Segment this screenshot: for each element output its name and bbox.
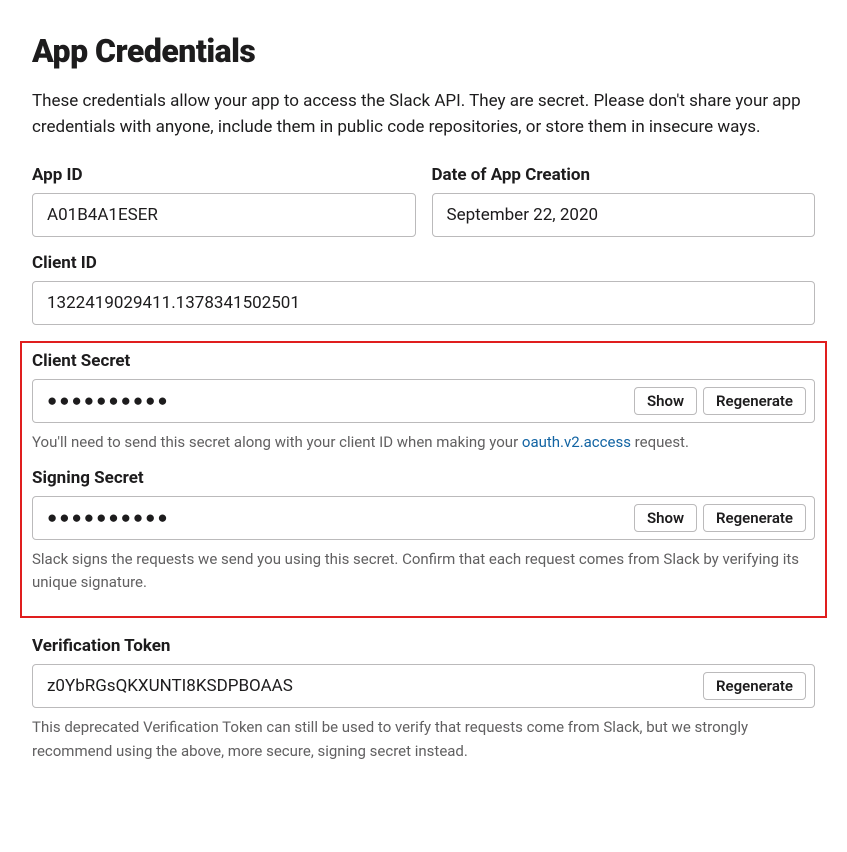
page-description: These credentials allow your app to acce…	[32, 88, 815, 141]
signing-secret-label: Signing Secret	[32, 468, 815, 488]
app-id-input[interactable]: A01B4A1ESER	[32, 193, 416, 237]
verification-token-help: This deprecated Verification Token can s…	[32, 716, 815, 763]
signing-secret-field: Signing Secret ●●●●●●●●●● Show Regenerat…	[32, 468, 815, 595]
verification-token-regenerate-button[interactable]: Regenerate	[703, 672, 806, 700]
client-secret-input[interactable]: ●●●●●●●●●● Show Regenerate	[32, 379, 815, 423]
client-secret-help: You'll need to send this secret along wi…	[32, 431, 815, 454]
page-title: App Credentials	[32, 32, 815, 70]
secrets-highlight-box: Client Secret ●●●●●●●●●● Show Regenerate…	[20, 341, 827, 619]
date-created-value: September 22, 2020	[447, 205, 801, 225]
signing-secret-input[interactable]: ●●●●●●●●●● Show Regenerate	[32, 496, 815, 540]
client-secret-value: ●●●●●●●●●●	[47, 391, 634, 411]
client-secret-help-suffix: request.	[631, 433, 689, 451]
client-id-label: Client ID	[32, 253, 815, 273]
date-created-label: Date of App Creation	[432, 165, 816, 185]
signing-secret-value: ●●●●●●●●●●	[47, 508, 634, 528]
signing-secret-regenerate-button[interactable]: Regenerate	[703, 504, 806, 532]
date-created-input[interactable]: September 22, 2020	[432, 193, 816, 237]
date-created-field: Date of App Creation September 22, 2020	[432, 165, 816, 237]
verification-token-value: z0YbRGsQKXUNTI8KSDPBOAAS	[47, 676, 703, 696]
oauth-link[interactable]: oauth.v2.access	[522, 433, 631, 451]
app-id-field: App ID A01B4A1ESER	[32, 165, 416, 237]
verification-token-field: Verification Token z0YbRGsQKXUNTI8KSDPBO…	[32, 636, 815, 763]
verification-token-label: Verification Token	[32, 636, 815, 656]
app-id-value: A01B4A1ESER	[47, 205, 401, 225]
signing-secret-show-button[interactable]: Show	[634, 504, 697, 532]
client-secret-label: Client Secret	[32, 351, 815, 371]
client-secret-show-button[interactable]: Show	[634, 387, 697, 415]
signing-secret-help: Slack signs the requests we send you usi…	[32, 548, 815, 595]
app-id-label: App ID	[32, 165, 416, 185]
client-secret-regenerate-button[interactable]: Regenerate	[703, 387, 806, 415]
verification-token-input[interactable]: z0YbRGsQKXUNTI8KSDPBOAAS Regenerate	[32, 664, 815, 708]
client-secret-help-prefix: You'll need to send this secret along wi…	[32, 433, 522, 451]
client-id-value: 1322419029411.1378341502501	[47, 293, 800, 313]
client-id-field: Client ID 1322419029411.1378341502501	[32, 253, 815, 325]
client-id-input[interactable]: 1322419029411.1378341502501	[32, 281, 815, 325]
client-secret-field: Client Secret ●●●●●●●●●● Show Regenerate…	[32, 351, 815, 454]
